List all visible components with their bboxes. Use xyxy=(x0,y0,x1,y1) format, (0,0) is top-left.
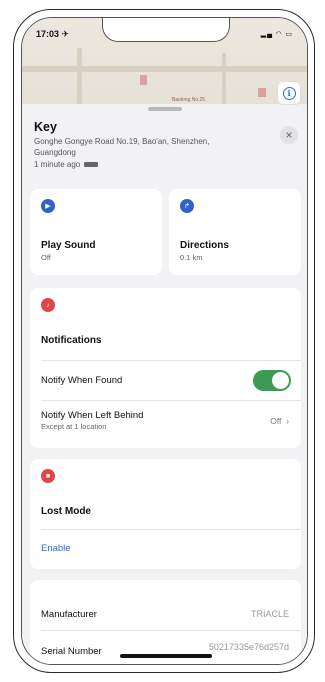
battery-icon xyxy=(84,162,99,167)
serial-number-label: Serial Number xyxy=(41,646,102,657)
notify-left-behind-sub: Except at 1 location xyxy=(41,422,107,431)
toggle-knob xyxy=(272,372,289,389)
divider xyxy=(41,630,301,631)
map-road xyxy=(222,53,226,104)
device-details-card: Manufacturer TRIACLE Serial Number 50217… xyxy=(30,580,301,664)
map-poi xyxy=(258,88,266,97)
bell-icon: ♪ xyxy=(41,298,55,312)
item-name: Key xyxy=(34,120,57,134)
map-info-button[interactable]: i xyxy=(277,81,301,105)
notifications-card: ♪ Notifications Notify When Found Notify… xyxy=(30,288,301,448)
map-road xyxy=(77,48,82,104)
status-time: 17:03 ✈ xyxy=(36,29,70,39)
manufacturer-label: Manufacturer xyxy=(41,609,97,620)
notifications-title: Notifications xyxy=(41,335,102,346)
last-updated-text: 1 minute ago xyxy=(34,160,81,169)
directions-distance: 0.1 km xyxy=(180,253,203,262)
notify-left-behind-value[interactable]: Off › xyxy=(270,416,289,426)
play-sound-card[interactable]: ▶ Play Sound Off xyxy=(30,189,162,275)
divider xyxy=(41,360,301,361)
notify-when-found-toggle[interactable] xyxy=(253,370,291,391)
play-sound-title: Play Sound xyxy=(41,240,96,251)
notch xyxy=(102,18,230,42)
item-address: Gonghe Gongye Road No.19, Bao'an, Shenzh… xyxy=(34,137,210,157)
lost-mode-title: Lost Mode xyxy=(41,506,91,517)
play-icon: ▶ xyxy=(41,199,55,213)
home-indicator[interactable] xyxy=(120,654,212,658)
directions-card[interactable]: ↱ Directions 0.1 km xyxy=(169,189,301,275)
notify-when-found-label: Notify When Found xyxy=(41,375,123,386)
manufacturer-value: TRIACLE xyxy=(250,609,289,619)
lost-mode-enable-link[interactable]: Enable xyxy=(41,543,71,554)
divider xyxy=(41,400,301,401)
play-sound-status: Off xyxy=(41,253,51,262)
serial-number-value: 50217335e76d257d xyxy=(208,642,289,652)
info-icon: i xyxy=(282,86,296,100)
sheet-grabber[interactable] xyxy=(148,107,182,111)
map-label: Baolong No.25 xyxy=(172,97,206,103)
item-detail-sheet: Key Gonghe Gongye Road No.19, Bao'an, Sh… xyxy=(22,104,307,664)
notify-left-behind-status: Off xyxy=(270,416,282,426)
notify-left-behind-label[interactable]: Notify When Left Behind xyxy=(41,410,143,421)
lock-icon: ■ xyxy=(41,469,55,483)
chevron-right-icon: › xyxy=(283,416,289,426)
last-updated: 1 minute ago xyxy=(34,160,99,169)
phone-screen: Baolong No.25 17:03 ✈ ▂▄ ◠ ▭ i Key Gongh… xyxy=(21,17,308,665)
map-poi xyxy=(140,75,147,85)
close-button[interactable]: × xyxy=(280,126,298,144)
directions-title: Directions xyxy=(180,240,229,251)
status-icons: ▂▄ ◠ ▭ xyxy=(260,31,293,38)
lost-mode-card: ■ Lost Mode Enable xyxy=(30,459,301,569)
directions-icon: ↱ xyxy=(180,199,194,213)
map-road xyxy=(22,66,307,72)
divider xyxy=(41,529,301,530)
